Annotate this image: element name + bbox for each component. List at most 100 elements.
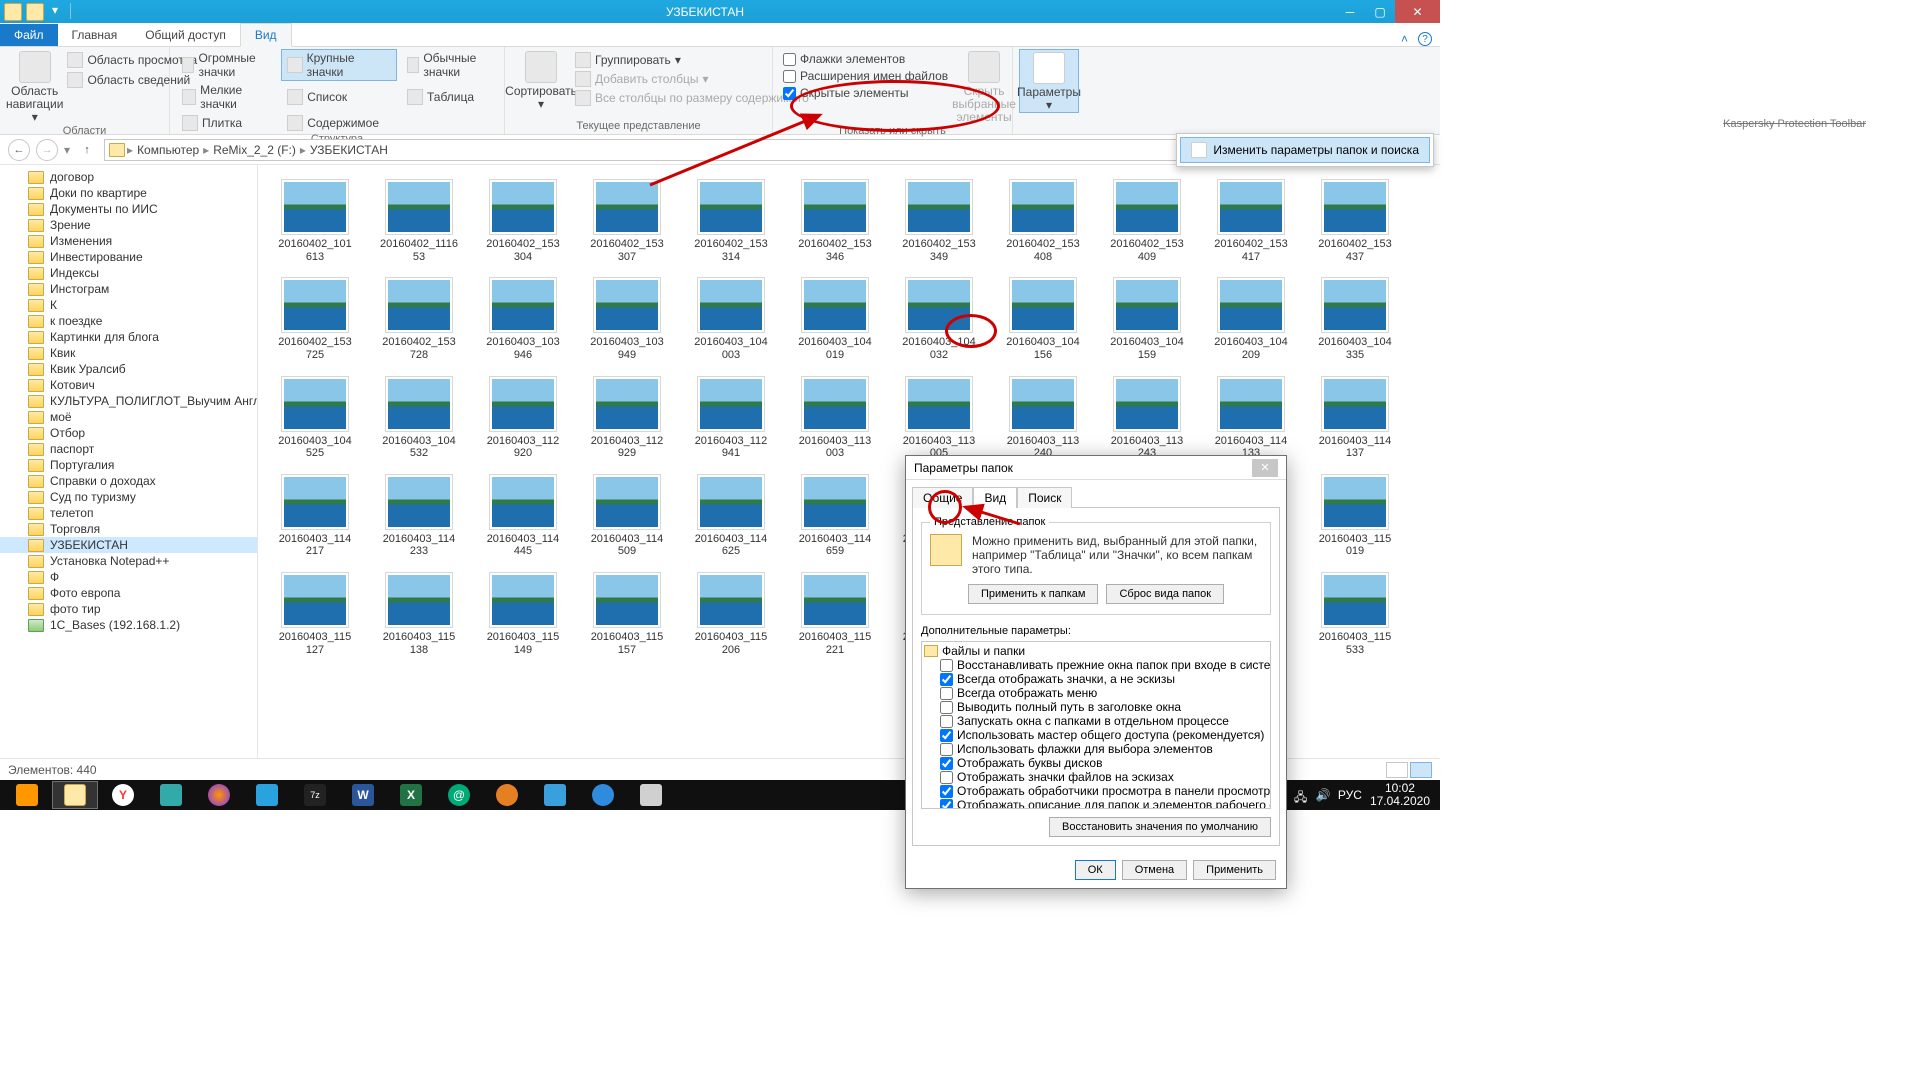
- file-item[interactable]: 20160403_115127: [276, 572, 354, 656]
- file-item[interactable]: 20160402_153408: [1004, 179, 1082, 263]
- change-folder-options-item[interactable]: Изменить параметры папок и поиска: [1180, 137, 1430, 163]
- file-item[interactable]: 20160403_113005: [900, 376, 978, 460]
- layout-small[interactable]: Мелкие значки: [176, 81, 277, 113]
- checkbox[interactable]: [940, 771, 953, 784]
- tree-folder-item[interactable]: УЗБЕКИСТАН: [0, 537, 257, 553]
- file-item[interactable]: 20160403_113243: [1108, 376, 1186, 460]
- tree-folder-item[interactable]: Котович: [0, 377, 257, 393]
- file-item[interactable]: 20160403_104532: [380, 376, 458, 460]
- taskbar-app[interactable]: [532, 781, 578, 809]
- adv-option[interactable]: Отображать описание для папок и элементо…: [924, 798, 1268, 809]
- file-item[interactable]: 20160403_114625: [692, 474, 770, 558]
- checkbox[interactable]: [940, 799, 953, 810]
- tree-folder-item[interactable]: Фото европа: [0, 585, 257, 601]
- taskbar-yandex[interactable]: Y: [100, 781, 146, 809]
- file-item[interactable]: 20160403_104003: [692, 277, 770, 361]
- tree-folder-item[interactable]: Инвестирование: [0, 249, 257, 265]
- qat-icon[interactable]: [26, 3, 44, 21]
- tree-folder-item[interactable]: Суд по туризму: [0, 489, 257, 505]
- layout-content[interactable]: Содержимое: [281, 113, 397, 133]
- file-item[interactable]: 20160403_103946: [484, 277, 562, 361]
- back-button[interactable]: ←: [8, 139, 30, 161]
- file-item[interactable]: 20160402_153304: [484, 179, 562, 263]
- tree-folder-item[interactable]: Торговля: [0, 521, 257, 537]
- tree-folder-item[interactable]: Португалия: [0, 457, 257, 473]
- adv-option[interactable]: Использовать мастер общего доступа (реко…: [924, 728, 1268, 742]
- tree-folder-item[interactable]: КУЛЬТУРА_ПОЛИГЛОТ_Выучим Англий: [0, 393, 257, 409]
- thumbnails-view-button[interactable]: [1410, 762, 1432, 778]
- tree-folder-item[interactable]: Зрение: [0, 217, 257, 233]
- file-item[interactable]: 20160403_104335: [1316, 277, 1394, 361]
- file-item[interactable]: 20160403_115533: [1316, 572, 1394, 656]
- qat-overflow[interactable]: ▾: [48, 3, 62, 21]
- dialog-tab-view[interactable]: Вид: [973, 487, 1017, 508]
- file-item[interactable]: 20160403_104159: [1108, 277, 1186, 361]
- dialog-close-button[interactable]: ✕: [1252, 459, 1278, 477]
- close-button[interactable]: ✕: [1395, 0, 1440, 23]
- file-item[interactable]: 20160403_115149: [484, 572, 562, 656]
- apply-button[interactable]: Применить: [1193, 860, 1276, 880]
- file-item[interactable]: 20160403_115221: [796, 572, 874, 656]
- ok-button[interactable]: ОК: [1075, 860, 1116, 880]
- reset-folders-button[interactable]: Сброс вида папок: [1106, 584, 1224, 604]
- details-view-button[interactable]: [1386, 762, 1408, 778]
- adv-option[interactable]: Всегда отображать значки, а не эскизы: [924, 672, 1268, 686]
- file-item[interactable]: 20160402_153314: [692, 179, 770, 263]
- file-item[interactable]: 20160402_111653: [380, 179, 458, 263]
- file-item[interactable]: 20160403_114217: [276, 474, 354, 558]
- forward-button[interactable]: →: [36, 139, 58, 161]
- options-button[interactable]: Параметры ▾: [1019, 49, 1079, 113]
- navigation-tree[interactable]: договорДоки по квартиреДокументы по ИИСЗ…: [0, 165, 258, 758]
- taskbar-thunderbird[interactable]: [580, 781, 626, 809]
- tree-folder-item[interactable]: Ф: [0, 569, 257, 585]
- tray-language[interactable]: РУС: [1338, 788, 1362, 802]
- layout-medium[interactable]: Обычные значки: [401, 49, 498, 81]
- breadcrumb-drive[interactable]: ReMix_2_2 (F:): [211, 143, 298, 157]
- file-item[interactable]: 20160403_114659: [796, 474, 874, 558]
- checkbox[interactable]: [940, 757, 953, 770]
- taskbar-word[interactable]: W: [340, 781, 386, 809]
- breadcrumb[interactable]: ▸ Компьютер ▸ ReMix_2_2 (F:) ▸ УЗБЕКИСТА…: [104, 139, 1248, 161]
- advanced-settings-list[interactable]: Файлы и папкиВосстанавливать прежние окн…: [921, 641, 1271, 809]
- tab-view[interactable]: Вид: [240, 23, 292, 47]
- adv-option[interactable]: Выводить полный путь в заголовке окна: [924, 700, 1268, 714]
- file-item[interactable]: 20160403_104032: [900, 277, 978, 361]
- layout-large[interactable]: Крупные значки: [281, 49, 397, 81]
- tree-folder-item[interactable]: Инстограм: [0, 281, 257, 297]
- checkbox[interactable]: [940, 743, 953, 756]
- file-item[interactable]: 20160402_153728: [380, 277, 458, 361]
- tree-folder-item[interactable]: К: [0, 297, 257, 313]
- file-item[interactable]: 20160403_114445: [484, 474, 562, 558]
- taskbar-app[interactable]: [148, 781, 194, 809]
- checkbox[interactable]: [940, 715, 953, 728]
- taskbar-app[interactable]: [244, 781, 290, 809]
- tree-folder-item[interactable]: Картинки для блога: [0, 329, 257, 345]
- dialog-tab-search[interactable]: Поиск: [1017, 487, 1072, 508]
- layout-table[interactable]: Таблица: [401, 81, 498, 113]
- tab-share[interactable]: Общий доступ: [131, 24, 240, 46]
- up-button[interactable]: ↑: [76, 139, 98, 161]
- file-item[interactable]: 20160403_115138: [380, 572, 458, 656]
- layout-tiles[interactable]: Плитка: [176, 113, 277, 133]
- adv-option[interactable]: Отображать буквы дисков: [924, 756, 1268, 770]
- sort-button[interactable]: Сортировать ▾: [511, 49, 571, 111]
- file-item[interactable]: 20160403_114509: [588, 474, 666, 558]
- dialog-tab-general[interactable]: Общие: [912, 487, 973, 508]
- file-item[interactable]: 20160403_115157: [588, 572, 666, 656]
- layout-extra-large[interactable]: Огромные значки: [176, 49, 277, 81]
- tree-folder-item[interactable]: фото тир: [0, 601, 257, 617]
- taskbar-calculator[interactable]: [628, 781, 674, 809]
- tree-folder-item[interactable]: Квик: [0, 345, 257, 361]
- checkbox[interactable]: [940, 785, 953, 798]
- checkbox[interactable]: [940, 673, 953, 686]
- tree-network-item[interactable]: 1C_Bases (192.168.1.2): [0, 617, 257, 633]
- file-extensions-toggle[interactable]: Расширения имен файлов: [779, 68, 952, 84]
- file-item[interactable]: 20160403_114133: [1212, 376, 1290, 460]
- tab-home[interactable]: Главная: [58, 24, 132, 46]
- help-icon[interactable]: ?: [1418, 32, 1432, 46]
- taskbar-explorer[interactable]: [52, 781, 98, 809]
- tree-folder-item[interactable]: паспорт: [0, 441, 257, 457]
- tree-folder-item[interactable]: Отбор: [0, 425, 257, 441]
- file-item[interactable]: 20160403_115019: [1316, 474, 1394, 558]
- file-item[interactable]: 20160402_153307: [588, 179, 666, 263]
